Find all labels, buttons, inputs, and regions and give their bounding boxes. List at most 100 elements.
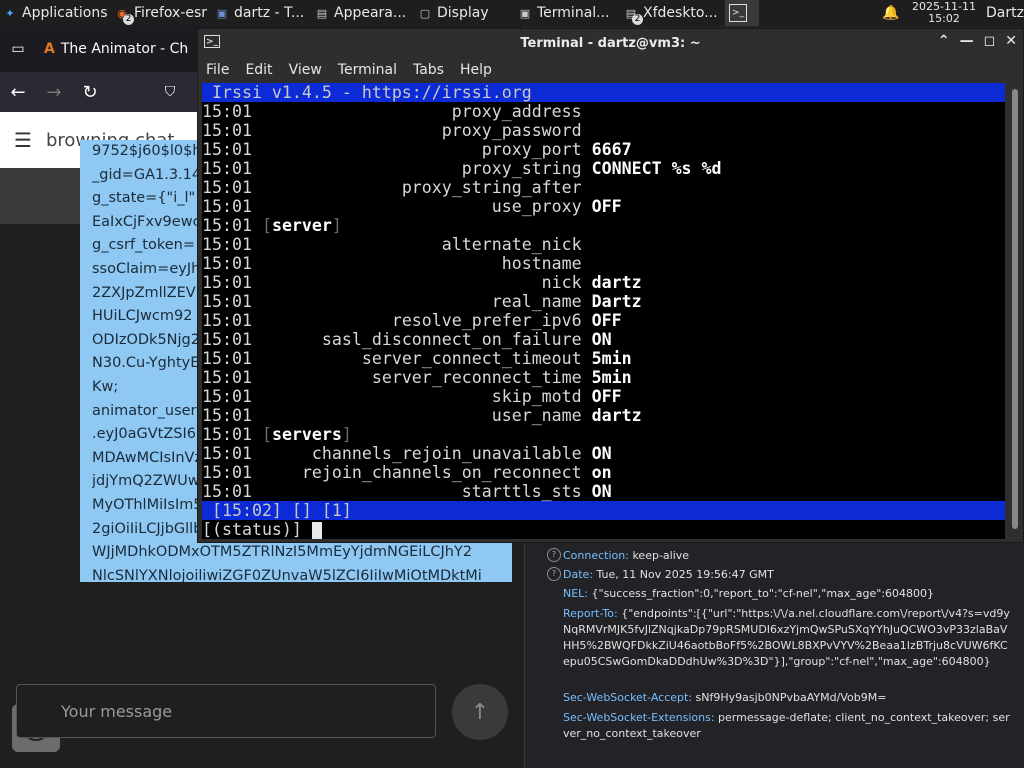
scrollbar-thumb[interactable] [1012,89,1018,529]
taskbar-item-label: Terminal... [537,5,610,21]
header-value: sNf9Hy9asjb0NPvbaAYMd/Vob9M= [695,691,887,704]
message-line: WJjMDhkODMxOTM5ZTRlNzI5MmEyYjdmNGEiLCJhY… [92,544,473,561]
setting-value: ON [591,444,612,463]
irssi-prompt-line[interactable]: [(status)] [202,520,1005,539]
line-timestamp: 15:01 [202,311,252,330]
taskbar-item-1[interactable]: ▣ dartz - T... [210,0,310,26]
response-header: Sec-WebSocket-Extensions: permessage-def… [535,710,1013,742]
irssi-topic-bar: Irssi v1.4.5 - https://irssi.org [202,83,1005,102]
line-timestamp: 15:01 [202,482,252,501]
line-timestamp: 15:01 [202,444,252,463]
hamburger-menu-icon[interactable]: ☰ [14,128,32,152]
line-timestamp: 15:01 [202,292,252,311]
setting-line: 15:01 user_name dartz [202,406,1005,425]
taskbar-item-3[interactable]: ▢ Display [413,0,513,26]
taskbar-item-label: Firefox-esr [134,5,208,21]
taskbar-item-5[interactable]: ▤ 2 Xfdeskto... [619,0,725,26]
message-input[interactable]: Your message [16,684,436,738]
taskbar-item-4[interactable]: ▣ Terminal... [513,0,619,26]
response-header: Sec-WebSocket-Accept: sNf9Hy9asjb0NPvbaA… [535,690,1013,706]
forward-icon[interactable]: → [36,74,72,110]
setting-name: proxy_string_after [401,178,582,197]
line-timestamp: 15:01 [202,406,252,425]
setting-name: proxy_address [451,102,582,121]
setting-value: on [591,463,612,482]
help-icon[interactable]: ? [547,567,561,581]
header-name: NEL: [563,587,589,600]
response-header: Report-To: {"endpoints":[{"url":"https:\… [535,606,1013,670]
setting-name: proxy_password [441,121,582,140]
line-timestamp: 15:01 [202,216,252,235]
taskbar-item-label: Display [437,5,489,21]
message-line: NlcSNlYXNlojoiliwiZGF0ZUnvaW5lZCI6IiIwMi… [92,567,482,582]
clock-time: 15:02 [928,12,960,25]
setting-name: rejoin_channels_on_reconnect [301,463,582,482]
line-timestamp: 15:01 [202,349,252,368]
setting-name: server_reconnect_time [371,368,582,387]
applications-label: Applications [22,5,108,21]
menu-terminal[interactable]: Terminal [330,62,405,78]
firefox-icon: ◉ 2 [114,5,134,25]
menu-view[interactable]: View [281,62,330,78]
display-icon: ▢ [419,6,431,20]
setting-name: proxy_string [461,159,582,178]
line-timestamp: 15:01 [202,425,252,444]
help-icon[interactable]: ? [547,548,561,562]
window-shade-icon[interactable]: ⌃ [938,33,950,49]
terminal-screen[interactable]: Irssi v1.4.5 - https://irssi.org 15:01 p… [202,83,1005,539]
window-maximize-icon[interactable]: ◻ [984,33,996,49]
tab-overview-icon[interactable]: ▭ [0,31,36,67]
line-timestamp: 15:01 [202,102,252,121]
setting-value: ON [591,330,612,349]
menu-file[interactable]: File [198,62,237,78]
terminal-titlebar[interactable]: >_ Terminal - dartz@vm3: ~ ⌃ — ◻ ✕ [198,29,1023,57]
setting-name: alternate_nick [441,235,582,254]
menu-tabs[interactable]: Tabs [405,62,452,78]
window-close-icon[interactable]: ✕ [1005,33,1017,49]
taskbar-active-terminal[interactable]: >_ [725,0,759,26]
back-icon[interactable]: ← [0,74,36,110]
menu-edit[interactable]: Edit [237,62,280,78]
header-value: {"endpoints":[{"url":"https:\/\/a.nel.cl… [563,607,1010,668]
line-timestamp: 15:01 [202,140,252,159]
user-menu[interactable]: Dartz [982,0,1024,26]
setting-line: 15:01 skip_motd OFF [202,387,1005,406]
clock[interactable]: 2025-11-11 15:02 [906,0,982,26]
taskbar-item-0[interactable]: ◉ 2 Firefox-esr [110,0,210,26]
setting-line: 15:01 rejoin_channels_on_reconnect on [202,463,1005,482]
taskbar-item-label: dartz - T... [234,5,305,21]
notifications-icon[interactable]: 🔔 [876,0,906,26]
user-label: Dartz [986,5,1024,21]
reload-icon[interactable]: ↻ [72,74,108,110]
animator-favicon-icon: A [44,41,55,57]
setting-value: CONNECT %s %d [591,159,722,178]
taskbar-item-2[interactable]: ▤ Appeara... [310,0,413,26]
setting-value: 5min [591,368,632,387]
shield-icon[interactable]: ⛉ [152,74,188,110]
setting-value: dartz [591,406,642,425]
header-value: Tue, 11 Nov 2025 19:56:47 GMT [596,568,774,581]
applications-menu[interactable]: ✦ Applications [0,0,110,26]
window-count-badge: 2 [123,14,134,25]
taskbar: ✦ Applications ◉ 2 Firefox-esr ▣ dartz - T..… [0,0,1024,26]
terminal-window[interactable]: >_ Terminal - dartz@vm3: ~ ⌃ — ◻ ✕ File E… [197,28,1024,543]
line-timestamp: 15:01 [202,197,252,216]
firefox-tab[interactable]: A The Animator - Ch [44,41,188,57]
setting-name: skip_motd [491,387,582,406]
line-timestamp: 15:01 [202,121,252,140]
line-timestamp: 15:01 [202,254,252,273]
setting-line: 15:01 resolve_prefer_ipv6 OFF [202,311,1005,330]
setting-name: proxy_port [481,140,582,159]
send-button[interactable]: ↑ [452,684,508,740]
text-cursor [311,522,322,539]
setting-line: 15:01 sasl_disconnect_on_failure ON [202,330,1005,349]
window-minimize-icon[interactable]: — [960,33,974,49]
setting-line: 15:01 proxy_address [202,102,1005,121]
setting-name: nick [541,273,582,292]
setting-value: ON [591,482,612,501]
header-name: Sec-WebSocket-Accept: [563,691,693,704]
setting-line: 15:01 proxy_string CONNECT %s %d [202,159,1005,178]
header-value: keep-alive [632,549,690,562]
terminal-scrollbar[interactable] [1011,83,1019,539]
menu-help[interactable]: Help [452,62,500,78]
